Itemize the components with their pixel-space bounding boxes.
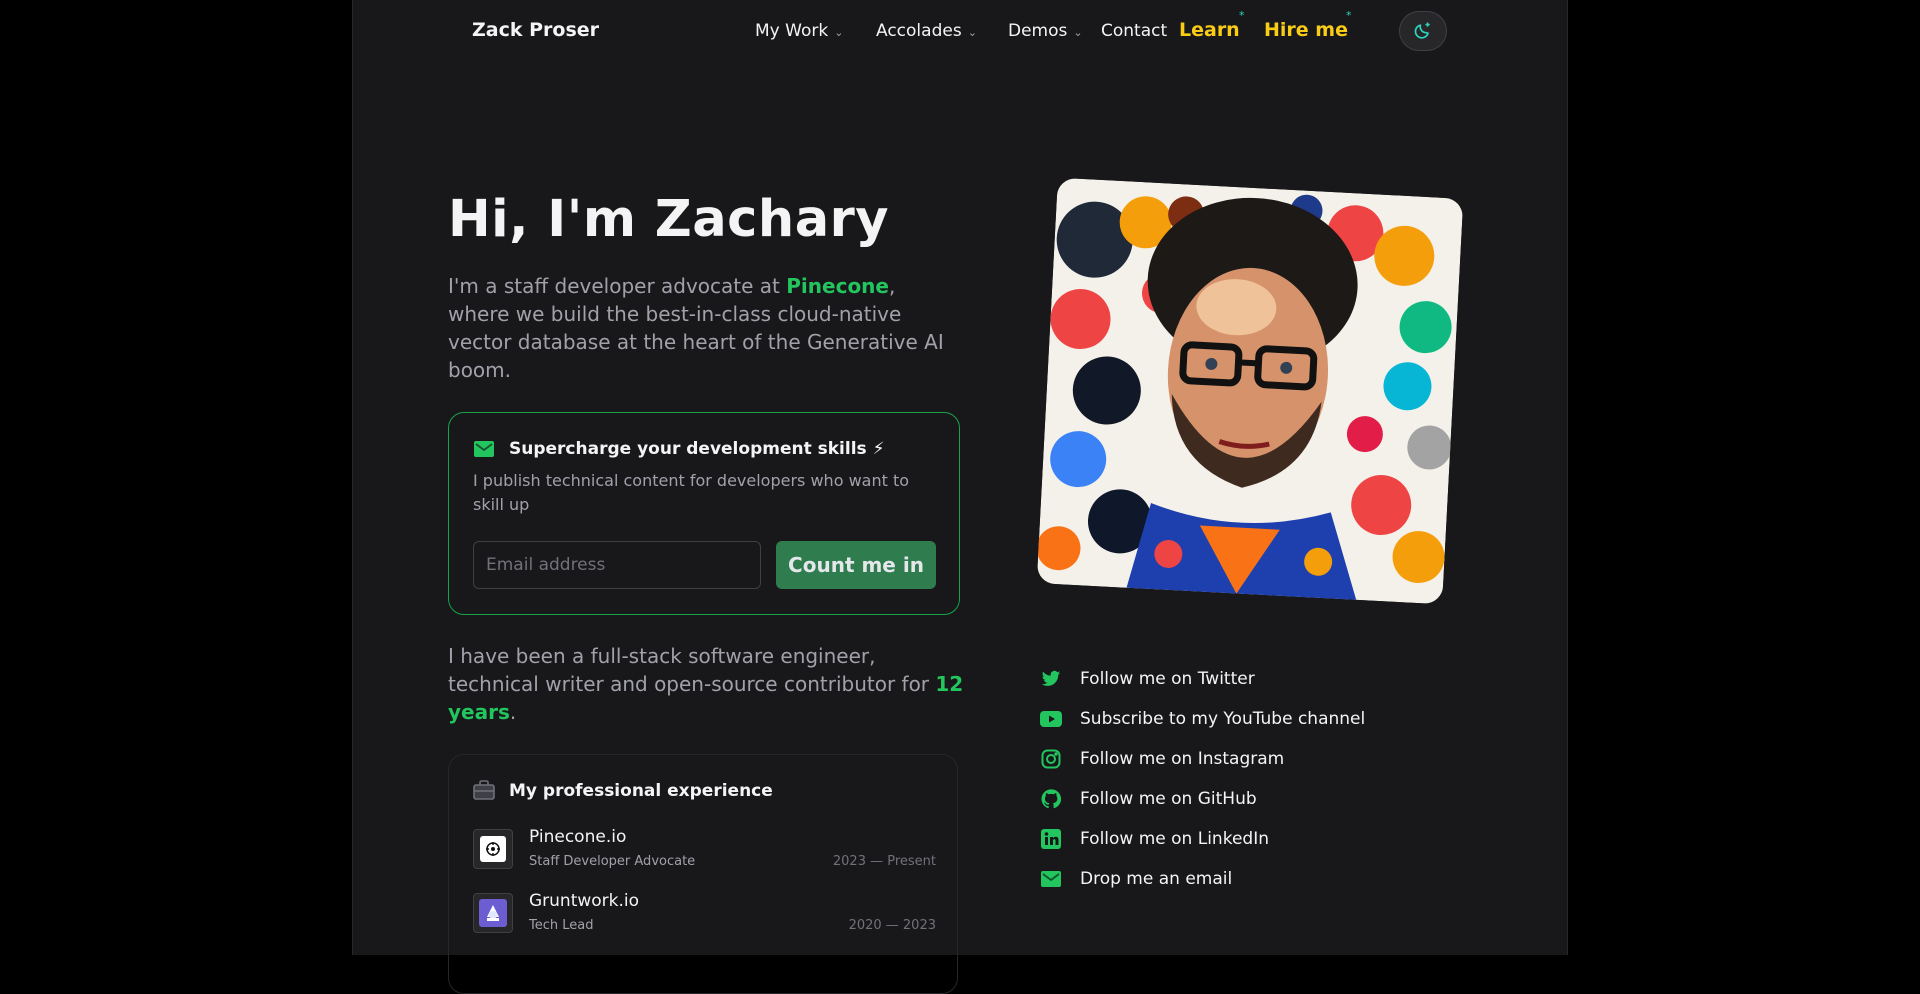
job-dates: 2023 — Present [832, 854, 936, 869]
social-instagram-label: Follow me on Instagram [1080, 749, 1285, 769]
social-linkedin-label: Follow me on LinkedIn [1080, 829, 1269, 849]
pinecone-icon [486, 842, 500, 856]
newsletter-description: I publish technical content for develope… [473, 471, 910, 514]
intro-text: I'm a staff developer advocate at Pineco… [448, 272, 948, 384]
social-youtube-link[interactable]: Subscribe to my YouTube channel [1040, 708, 1365, 730]
newsletter-card: Supercharge your development skills ⚡ I … [448, 412, 960, 615]
intro-pre: I'm a staff developer advocate at [448, 274, 787, 298]
social-github-link[interactable]: Follow me on GitHub [1040, 788, 1257, 810]
experience-summary: I have been a full-stack software engine… [448, 642, 968, 726]
page-title: Hi, I'm Zachary [448, 190, 890, 249]
nav-my-work-label: My Work [755, 21, 829, 41]
job-item[interactable]: Gruntwork.io Tech Lead 2020 — 2023 [473, 891, 936, 941]
site-brand[interactable]: Zack Proser [472, 19, 599, 41]
social-linkedin-link[interactable]: Follow me on LinkedIn [1040, 828, 1269, 850]
nav-accolades-label: Accolades [876, 21, 962, 41]
nav-demos-label: Demos [1008, 21, 1068, 41]
social-instagram-link[interactable]: Follow me on Instagram [1040, 748, 1284, 770]
learn-new-indicator: * [1239, 9, 1245, 22]
youtube-icon [1040, 711, 1062, 727]
nav-contact-label: Contact [1101, 21, 1168, 41]
nav-hire-me[interactable]: Hire me [1264, 19, 1348, 41]
twitter-icon [1041, 670, 1061, 686]
portrait-art [1036, 177, 1464, 605]
nav-learn[interactable]: Learn [1179, 19, 1240, 41]
experience-title: My professional experience [509, 781, 773, 801]
mail-icon [1041, 871, 1061, 887]
chevron-down-icon: ⌄ [834, 25, 844, 39]
social-github-label: Follow me on GitHub [1080, 789, 1257, 809]
chevron-down-icon: ⌄ [1073, 25, 1083, 39]
job-item[interactable]: Pinecone.io Staff Developer Advocate 202… [473, 827, 936, 877]
social-youtube-label: Subscribe to my YouTube channel [1080, 709, 1366, 729]
social-twitter-link[interactable]: Follow me on Twitter [1040, 668, 1255, 690]
experience-summary-pre: I have been a full-stack software engine… [448, 644, 936, 696]
portrait-image [1036, 177, 1464, 605]
job-company: Pinecone.io [529, 827, 627, 847]
moon-sparkle-icon [1414, 22, 1430, 39]
nav-accolades[interactable]: Accolades ⌄ [876, 21, 977, 41]
pinecone-logo [473, 829, 513, 869]
social-twitter-label: Follow me on Twitter [1080, 669, 1255, 689]
experience-card: My professional experience Pinecone.io S… [448, 754, 958, 994]
nav-demos[interactable]: Demos ⌄ [1008, 21, 1083, 41]
newsletter-title: Supercharge your development skills ⚡ [509, 439, 885, 459]
gruntwork-icon [487, 905, 499, 921]
linkedin-icon [1041, 829, 1061, 849]
social-email-link[interactable]: Drop me an email [1040, 868, 1232, 890]
pinecone-link[interactable]: Pinecone [786, 274, 889, 298]
instagram-icon [1041, 749, 1061, 769]
theme-toggle-button[interactable] [1399, 11, 1447, 51]
job-dates: 2020 — 2023 [848, 918, 936, 933]
email-field[interactable] [473, 541, 761, 589]
job-role: Staff Developer Advocate [529, 854, 696, 869]
job-company: Gruntwork.io [529, 891, 640, 911]
github-icon [1041, 789, 1061, 809]
experience-summary-post: . [509, 700, 517, 724]
job-role: Tech Lead [529, 918, 594, 933]
gruntwork-logo [473, 893, 513, 933]
briefcase-icon [473, 780, 495, 800]
chevron-down-icon: ⌄ [967, 25, 977, 39]
hire-new-indicator: * [1346, 9, 1352, 22]
nav-contact[interactable]: Contact [1101, 21, 1167, 41]
subscribe-button[interactable]: Count me in [776, 541, 936, 589]
social-email-label: Drop me an email [1080, 869, 1233, 889]
mail-icon [474, 441, 494, 457]
nav-my-work[interactable]: My Work ⌄ [755, 21, 843, 41]
